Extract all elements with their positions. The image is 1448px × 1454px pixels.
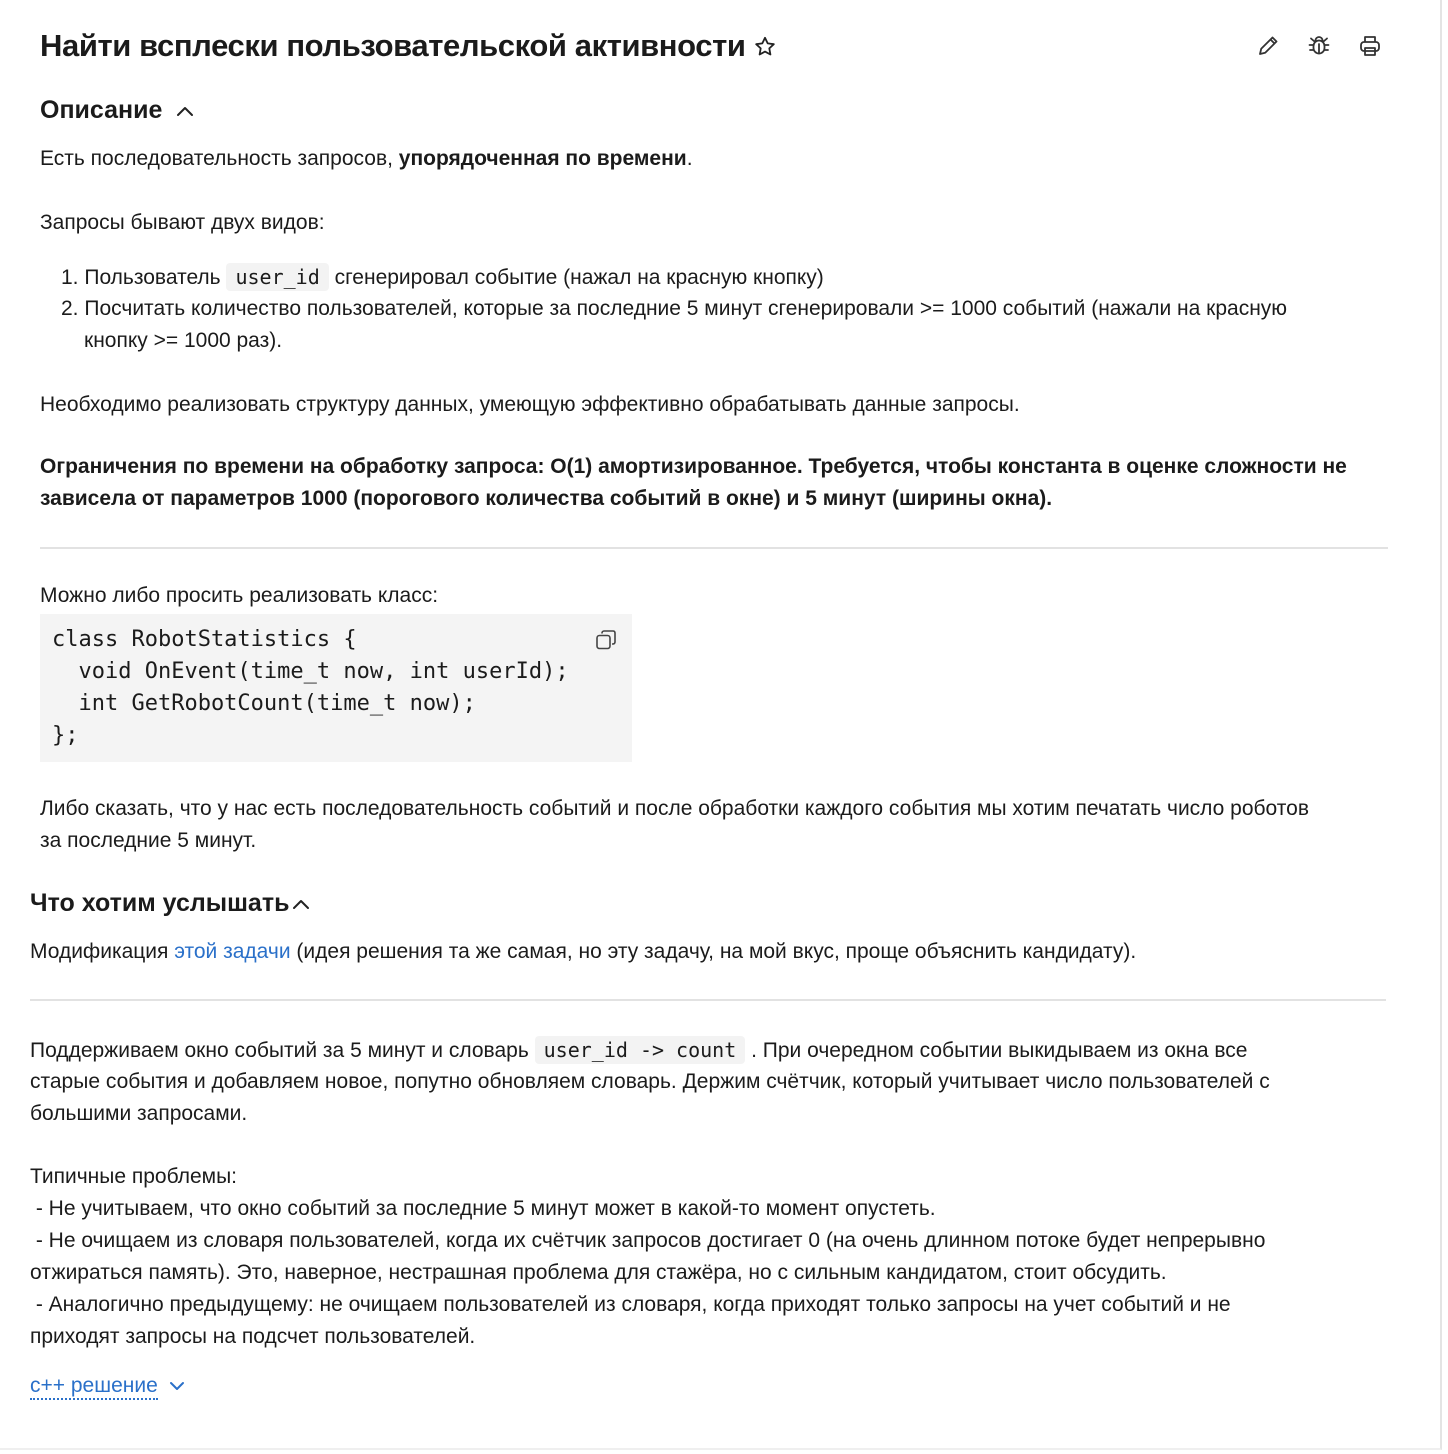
limits-line-1: Ограничения по времени на обработку запр… (40, 455, 1347, 478)
list-item-2: 2. Посчитать количество пользователей, к… (61, 297, 1288, 320)
alt-line-1: Либо сказать, что у нас есть последовате… (40, 797, 1309, 820)
task-paragraph: Необходимо реализовать структуру данных,… (40, 393, 1020, 416)
task-link[interactable]: этой задачи (174, 940, 290, 963)
solution-line-2: старые события и добавляем новое, попутн… (30, 1070, 1270, 1093)
problem-2-cont: отжираться память). Это, наверное, нестр… (30, 1261, 1167, 1284)
kinds-label: Запросы бывают двух видов: (40, 211, 325, 234)
copy-icon[interactable] (594, 628, 618, 652)
page-title: Найти всплески пользовательской активнос… (40, 28, 746, 63)
printer-icon[interactable] (1357, 33, 1383, 59)
intro-bold: упорядоченная по времени (398, 147, 687, 170)
list-item-2-cont: кнопку >= 1000 раз). (84, 329, 283, 352)
description-heading: Описание (40, 96, 163, 124)
problem-2: - Не очищаем из словаря пользователей, к… (30, 1229, 1266, 1252)
problems-label: Типичные проблемы: (30, 1165, 237, 1188)
expect-heading: Что хотим услышать (30, 889, 290, 917)
modification-paragraph: Модификация этой задачи (идея решения та… (30, 940, 1137, 963)
intro-paragraph: Есть последовательность запросов, упоряд… (40, 147, 693, 170)
chevron-up-icon[interactable] (291, 897, 311, 911)
problem-3-cont: приходят запросы на подсчет пользователе… (30, 1325, 476, 1348)
code-block: class RobotStatistics { void OnEvent(tim… (40, 614, 632, 762)
star-icon[interactable] (753, 35, 777, 59)
chevron-down-icon (169, 1382, 184, 1391)
bug-icon[interactable] (1306, 33, 1332, 59)
class-intro: Можно либо просить реализовать класс: (40, 584, 439, 607)
divider (30, 999, 1386, 1001)
inline-code: user_id (226, 263, 329, 291)
alt-line-2: за последние 5 минут. (40, 829, 257, 852)
pencil-icon[interactable] (1255, 33, 1281, 59)
chevron-up-icon[interactable] (175, 104, 195, 118)
divider (40, 547, 1388, 549)
inline-code: user_id -> count (534, 1036, 746, 1064)
problem-3: - Аналогично предыдущему: не очищаем пол… (30, 1293, 1231, 1316)
solution-line-1: Поддерживаем окно событий за 5 минут и с… (30, 1036, 1248, 1064)
solution-line-3: большими запросами. (30, 1102, 248, 1125)
cpp-solution-label: c++ решение (30, 1374, 158, 1400)
cpp-solution-toggle[interactable]: c++ решение (30, 1372, 186, 1400)
code-text: class RobotStatistics { void OnEvent(tim… (52, 627, 569, 748)
list-item-1: 1. Пользователь user_id сгенерировал соб… (61, 263, 824, 291)
problem-1: - Не учитываем, что окно событий за посл… (30, 1197, 936, 1220)
limits-line-2: зависела от параметров 1000 (порогового … (40, 487, 1053, 510)
